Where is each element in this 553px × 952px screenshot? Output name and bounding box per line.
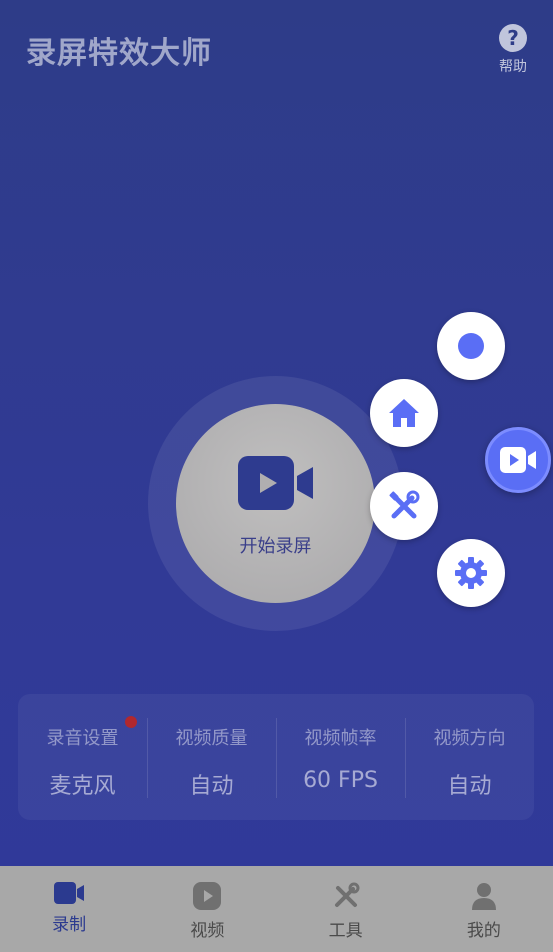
tools-icon	[389, 490, 420, 519]
audio-setting[interactable]: 录音设置 麦克风	[18, 694, 147, 820]
help-icon: ?	[499, 24, 527, 52]
video-camera-icon	[237, 455, 313, 510]
home-icon	[389, 399, 419, 427]
setting-value: 自动	[447, 774, 492, 799]
tools-icon	[334, 882, 360, 907]
orientation-setting[interactable]: 视频方向 自动	[405, 694, 534, 820]
float-home-button[interactable]	[370, 379, 438, 447]
quality-setting[interactable]: 视频质量 自动	[147, 694, 276, 820]
setting-label: 视频方向	[433, 728, 506, 749]
play-icon	[193, 882, 222, 910]
setting-value: 60 FPS	[303, 768, 378, 793]
recording-settings-card: 录音设置 麦克风 视频质量 自动 视频帧率 60 FPS 视频方向 自动	[18, 694, 534, 820]
video-camera-icon	[500, 447, 536, 473]
tab-label: 录制	[52, 915, 87, 935]
notification-badge	[125, 716, 137, 728]
video-camera-icon	[54, 882, 85, 904]
bottom-navigation: 录制 视频 工具 我的	[0, 866, 553, 952]
settings-icon	[455, 557, 487, 589]
start-recording-label: 开始录屏	[239, 535, 312, 557]
tab-record[interactable]: 录制	[0, 866, 138, 952]
tab-label: 视频	[190, 921, 225, 941]
tab-videos[interactable]: 视频	[138, 866, 276, 952]
user-icon	[471, 883, 496, 910]
help-label: 帮助	[499, 59, 527, 75]
start-recording-button[interactable]: 开始录屏	[176, 404, 375, 603]
framerate-setting[interactable]: 视频帧率 60 FPS	[276, 694, 405, 820]
tab-label: 我的	[466, 921, 501, 941]
app-title: 录屏特效大师	[26, 36, 212, 71]
tab-profile[interactable]: 我的	[415, 866, 553, 952]
help-button[interactable]: ? 帮助	[497, 24, 529, 76]
tab-tools[interactable]: 工具	[277, 866, 415, 952]
float-tools-button[interactable]	[370, 472, 438, 540]
float-settings-button[interactable]	[437, 539, 505, 607]
float-record-button[interactable]	[437, 312, 505, 380]
floating-record-toggle[interactable]	[485, 427, 551, 493]
tab-label: 工具	[328, 921, 363, 941]
record-dot-icon	[458, 333, 484, 359]
setting-value: 自动	[189, 774, 234, 799]
setting-label: 录音设置	[46, 728, 119, 749]
setting-value: 麦克风	[49, 774, 116, 799]
setting-label: 视频质量	[175, 728, 248, 749]
setting-label: 视频帧率	[304, 728, 377, 749]
